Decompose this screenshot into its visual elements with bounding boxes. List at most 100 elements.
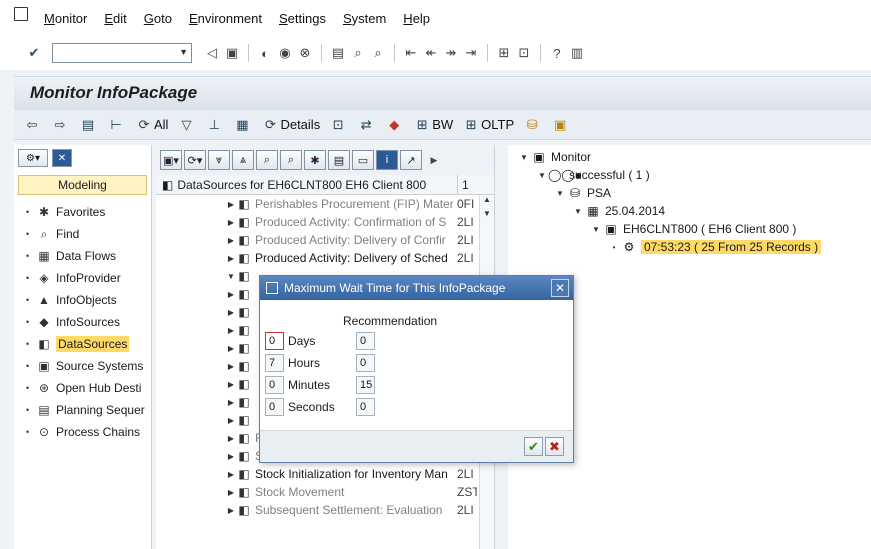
scroll-right-icon[interactable]: ▶ [426, 152, 442, 168]
monitor-tree-row[interactable]: ▼ ⛁ PSA [508, 184, 871, 202]
navigate-button[interactable]: ⇄ [358, 117, 376, 133]
layout-icon[interactable]: ▥ [569, 45, 585, 61]
select-button[interactable]: ⊡ [330, 117, 348, 133]
menu-environment[interactable]: Environment [189, 11, 262, 26]
tree-row[interactable]: ▶ ◧ Stock Movement ZST [156, 483, 494, 501]
chevron-right-icon[interactable]: ▶ [226, 380, 236, 389]
chevron-right-icon[interactable]: ▶ [226, 362, 236, 371]
cancel-icon[interactable]: ◉ [277, 45, 293, 61]
chevron-down-icon[interactable]: ▼ [590, 225, 602, 234]
monitor-tree-row[interactable]: ▼ ▦ 25.04.2014 [508, 202, 871, 220]
sidebar-item-datasources[interactable]: • ◧ DataSources [14, 333, 151, 355]
all-button[interactable]: ⟳ All [136, 117, 169, 133]
sidebar-item-process-chains[interactable]: • ⊙ Process Chains [14, 421, 151, 443]
help-icon[interactable]: ? [549, 45, 565, 61]
command-input[interactable] [53, 44, 173, 62]
new-session-icon[interactable]: ⊞ [496, 45, 512, 61]
close-panel-button[interactable]: ✕ [52, 149, 72, 167]
chevron-down-icon[interactable]: ▼ [518, 153, 530, 162]
sidebar-item-find[interactable]: • ⌕ Find [14, 223, 151, 245]
menu-system[interactable]: System [343, 11, 386, 26]
scroll-down-icon[interactable]: ▼ [480, 209, 494, 223]
menu-goto[interactable]: Goto [144, 11, 172, 26]
chevron-right-icon[interactable]: ▶ [226, 254, 236, 263]
sidebar-item-infoprovider[interactable]: • ◈ InfoProvider [14, 267, 151, 289]
chevron-down-icon[interactable]: ▼ [179, 47, 188, 57]
folder-button[interactable]: ▭ [352, 150, 374, 170]
next-page-icon[interactable]: ↠ [443, 45, 459, 61]
confirm-button[interactable]: ✔ [524, 437, 543, 456]
chevron-right-icon[interactable]: ▶ [226, 290, 236, 299]
first-page-icon[interactable]: ⇤ [403, 45, 419, 61]
menu-monitor[interactable]: Monitor [44, 11, 87, 26]
chevron-right-icon[interactable]: ▶ [226, 416, 236, 425]
exit-icon[interactable]: ◐ [257, 45, 273, 61]
sidebar-item-infoobjects[interactable]: • ▲ InfoObjects [14, 289, 151, 311]
transport-button[interactable]: ▣ [552, 117, 570, 133]
filter-button[interactable]: ▽ [178, 117, 196, 133]
days-input[interactable]: 0 [265, 332, 284, 350]
sidebar-item-data-flows[interactable]: • ▦ Data Flows [14, 245, 151, 267]
chevron-right-icon[interactable]: ▶ [226, 200, 236, 209]
sidebar-item-infosources[interactable]: • ◆ InfoSources [14, 311, 151, 333]
find-tree-button[interactable]: ⌕ [256, 150, 278, 170]
monitor-tree-row[interactable]: ▼ ◯◯● successful ( 1 ) [508, 166, 871, 184]
back-arrow-button[interactable]: ⇦ [24, 117, 42, 133]
shortcut-icon[interactable]: ⊡ [516, 45, 532, 61]
chevron-right-icon[interactable]: ▶ [226, 506, 236, 515]
refresh-button[interactable]: ⟳▾ [184, 150, 206, 170]
sidebar-item-favorites[interactable]: • ✱ Favorites [14, 201, 151, 223]
chevron-down-icon[interactable]: ▼ [554, 189, 566, 198]
seconds-input[interactable]: 0 [265, 398, 284, 416]
sidebar-item-source-systems[interactable]: • ▣ Source Systems [14, 355, 151, 377]
collapse-up-button[interactable]: ⩓ [232, 150, 254, 170]
bullet-icon[interactable]: • [608, 243, 620, 252]
collapse-down-button[interactable]: ⩔ [208, 150, 230, 170]
menu-edit[interactable]: Edit [104, 11, 126, 26]
list-button[interactable]: ▤ [80, 117, 98, 133]
chevron-right-icon[interactable]: ▶ [226, 326, 236, 335]
database-button[interactable]: ⛁ [524, 117, 542, 133]
save-icon[interactable]: ▣ [224, 45, 240, 61]
sidebar-item-open-hub-desti[interactable]: • ⊛ Open Hub Desti [14, 377, 151, 399]
prev-page-icon[interactable]: ↞ [423, 45, 439, 61]
stop-icon[interactable]: ⊗ [297, 45, 313, 61]
chevron-right-icon[interactable]: ▶ [226, 452, 236, 461]
chevron-right-icon[interactable]: ▶ [226, 470, 236, 479]
hierarchy-button[interactable]: ⊢ [108, 117, 126, 133]
tree-row[interactable]: ▶ ◧ Perishables Procurement (FIP) Mater 0FI [156, 195, 494, 213]
settings-tree-button[interactable]: ✱ [304, 150, 326, 170]
tree-button[interactable]: ⊥ [206, 117, 224, 133]
check-icon[interactable]: ✔ [26, 45, 42, 61]
hours-input[interactable]: 7 [265, 354, 284, 372]
menu-settings[interactable]: Settings [279, 11, 326, 26]
chevron-right-icon[interactable]: ▶ [226, 434, 236, 443]
sidebar-item-planning-sequer[interactable]: • ▤ Planning Sequer [14, 399, 151, 421]
forward-arrow-button[interactable]: ⇨ [52, 117, 70, 133]
chevron-right-icon[interactable]: ▶ [226, 398, 236, 407]
chevron-right-icon[interactable]: ▶ [226, 218, 236, 227]
tree-row[interactable]: ▶ ◧ Stock Initialization for Inventory Man… [156, 465, 494, 483]
table-button[interactable]: ▦ [234, 117, 252, 133]
menu-help[interactable]: Help [403, 11, 430, 26]
chevron-down-icon[interactable]: ▼ [572, 207, 584, 216]
minutes-input[interactable]: 0 [265, 376, 284, 394]
find-next-tree-button[interactable]: ⌕ [280, 150, 302, 170]
command-field[interactable]: ▼ [52, 43, 192, 63]
chevron-right-icon[interactable]: ▶ [226, 236, 236, 245]
monitor-tree-row[interactable]: ▼ ▣ Monitor [508, 148, 871, 166]
find-icon[interactable]: ⌕ [350, 45, 366, 61]
chevron-down-icon[interactable]: ▼ [226, 272, 236, 281]
tree-row[interactable]: ▶ ◧ Produced Activity: Confirmation of S 2L… [156, 213, 494, 231]
edit-button[interactable]: ↗ [400, 150, 422, 170]
display-button[interactable]: ▤ [328, 150, 350, 170]
chevron-right-icon[interactable]: ▶ [226, 344, 236, 353]
monitor-tree-row[interactable]: • ⚙ 07:53:23 ( 25 From 25 Records ) [508, 238, 871, 256]
details-button[interactable]: ⟳ Details [262, 117, 320, 133]
close-icon[interactable]: ✕ [551, 279, 569, 297]
tree-row[interactable]: ▶ ◧ Produced Activity: Delivery of Confir 2… [156, 231, 494, 249]
cancel-button[interactable]: ✖ [545, 437, 564, 456]
expand-button[interactable]: ▣▾ [160, 150, 182, 170]
sap-window-icon[interactable] [14, 7, 28, 21]
print-icon[interactable]: ▤ [330, 45, 346, 61]
